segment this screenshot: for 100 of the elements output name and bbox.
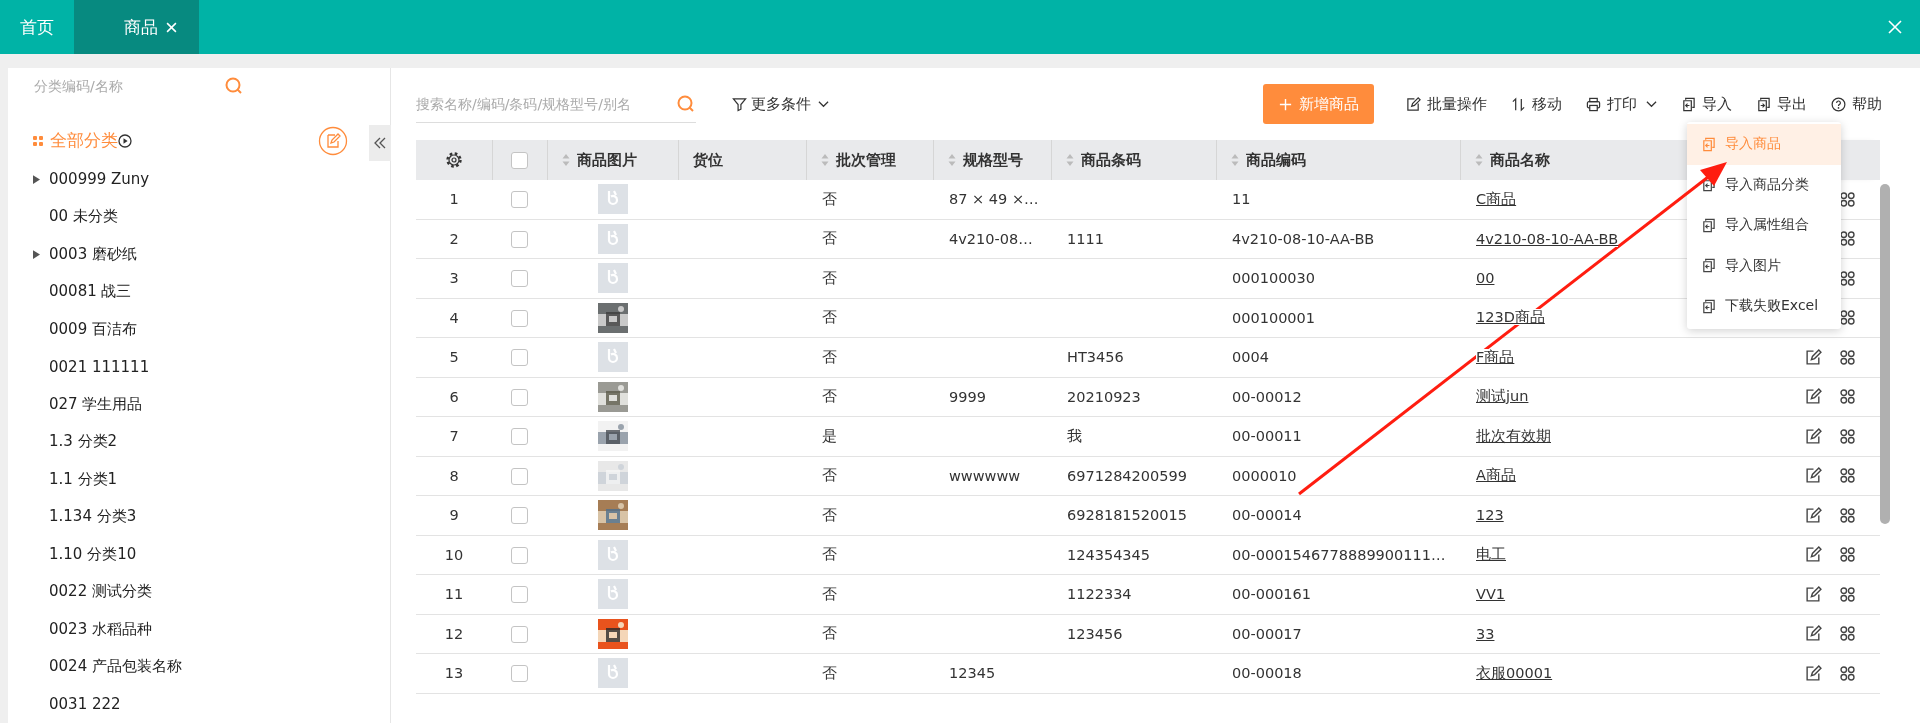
table-cell: 00-00018 xyxy=(1232,665,1302,682)
tree-item[interactable]: 1.134 分类3 xyxy=(49,507,137,527)
product-link[interactable]: 电工 xyxy=(1476,546,1506,563)
grid-icon[interactable] xyxy=(1839,427,1856,445)
checkbox[interactable] xyxy=(511,191,528,208)
tree-item[interactable]: 1.1 分类1 xyxy=(49,469,118,489)
tree-item[interactable]: 0023 水稻品种 xyxy=(49,619,152,639)
grid-icon[interactable] xyxy=(1839,546,1856,564)
edit-icon[interactable] xyxy=(1805,546,1822,564)
collapse-button[interactable] xyxy=(369,125,391,161)
tree-item[interactable]: 027 学生用品 xyxy=(49,394,143,414)
edit-icon[interactable] xyxy=(1805,625,1822,643)
edit-icon[interactable] xyxy=(1805,427,1822,445)
checkbox[interactable] xyxy=(511,349,528,366)
menu-item[interactable]: 下载失败Excel xyxy=(1687,286,1841,327)
checkbox[interactable] xyxy=(511,388,528,406)
edit-icon xyxy=(1406,96,1421,112)
table-cell: 否 xyxy=(822,190,837,207)
checkbox[interactable] xyxy=(511,428,528,445)
product-link[interactable]: A商品 xyxy=(1476,467,1516,484)
edit-icon[interactable] xyxy=(1805,467,1822,485)
product-link[interactable]: 测试jun xyxy=(1476,388,1529,405)
grid-icon[interactable] xyxy=(1839,585,1856,603)
checkbox[interactable] xyxy=(511,309,528,327)
grid-icon[interactable] xyxy=(1839,467,1856,485)
import-button[interactable]: 导入 xyxy=(1675,90,1738,118)
product-link[interactable]: 123D商品 xyxy=(1476,309,1545,326)
product-link[interactable]: C商品 xyxy=(1476,190,1517,207)
tree-item[interactable]: 0003 磨砂纸 xyxy=(49,244,137,264)
menu-item[interactable]: 导入商品分类 xyxy=(1687,164,1841,205)
checkbox[interactable] xyxy=(511,230,528,248)
table-cell: 12345 xyxy=(949,665,996,682)
tab[interactable]: 商品 xyxy=(74,0,199,54)
close-icon[interactable] xyxy=(166,21,177,33)
product-link[interactable]: VV1 xyxy=(1476,586,1506,603)
table-cell: 否 xyxy=(822,467,837,484)
row-number: 12 xyxy=(444,625,464,642)
table-cell: 000100001 xyxy=(1232,309,1316,326)
play-icon[interactable] xyxy=(118,133,132,148)
checkbox[interactable] xyxy=(511,151,528,169)
checkbox[interactable] xyxy=(511,270,528,287)
close-icon[interactable] xyxy=(1888,20,1902,34)
scrollbar[interactable] xyxy=(1880,184,1890,524)
checkbox[interactable] xyxy=(511,586,528,603)
grid-icon[interactable] xyxy=(1839,625,1856,643)
menu-item[interactable]: 导入属性组合 xyxy=(1687,205,1841,246)
tree-item[interactable]: 00081 战三 xyxy=(49,282,132,302)
product-link[interactable]: 00 xyxy=(1476,270,1495,287)
product-link[interactable]: 123 xyxy=(1476,507,1504,524)
grid-icon[interactable] xyxy=(1839,269,1856,287)
export-button[interactable]: 导出 xyxy=(1750,90,1813,118)
tree-item[interactable]: 00 未分类 xyxy=(49,207,118,227)
tree-item[interactable]: 0009 百洁布 xyxy=(49,319,137,339)
grid-icon[interactable] xyxy=(1839,664,1856,682)
edit-icon[interactable] xyxy=(1805,348,1822,366)
product-link[interactable]: 批次有效期 xyxy=(1476,427,1551,444)
tree-item[interactable]: 1.10 分类10 xyxy=(49,544,137,564)
grid-icon[interactable] xyxy=(1839,309,1856,327)
table-cell: 否 xyxy=(822,269,837,286)
caret-icon[interactable] xyxy=(33,249,40,259)
checkbox[interactable] xyxy=(511,467,528,485)
row-number: 5 xyxy=(449,349,459,366)
grid-icon[interactable] xyxy=(1839,506,1856,524)
edit-icon[interactable] xyxy=(1805,388,1822,406)
column-header: 批次管理 xyxy=(835,150,896,170)
edit-icon[interactable] xyxy=(1805,664,1822,682)
import-icon xyxy=(1701,298,1716,314)
tree-item[interactable]: 0021 111111 xyxy=(49,357,150,376)
image-placeholder-icon xyxy=(597,342,628,373)
grid-icon[interactable] xyxy=(1839,190,1856,208)
tree-item[interactable]: 000999 Zuny xyxy=(49,170,150,189)
table-cell: 否 xyxy=(822,585,837,602)
grid-icon[interactable] xyxy=(1839,388,1856,406)
product-link[interactable]: 衣服00001 xyxy=(1476,664,1553,681)
tree-item[interactable]: 0022 测试分类 xyxy=(49,582,152,602)
row-number: 10 xyxy=(444,546,464,563)
edit-icon[interactable] xyxy=(1805,585,1822,603)
grid-icon[interactable] xyxy=(1839,348,1856,366)
tree-item[interactable]: 0031 222 xyxy=(49,695,121,714)
tree-item[interactable]: 0024 产品包装名称 xyxy=(49,657,182,677)
grid-icon[interactable] xyxy=(1839,230,1856,248)
menu-item[interactable]: 导入图片 xyxy=(1687,245,1841,286)
caret-icon[interactable] xyxy=(33,174,40,184)
batch-button[interactable]: 批量操作 xyxy=(1400,90,1493,118)
tree-item[interactable]: 1.3 分类2 xyxy=(49,432,118,452)
move-button[interactable]: 移动 xyxy=(1505,90,1568,118)
filter-button[interactable]: 更多条件 xyxy=(728,90,833,118)
help-button[interactable]: 帮助 xyxy=(1825,90,1888,118)
product-link[interactable]: F商品 xyxy=(1476,348,1515,365)
row-number: 13 xyxy=(444,665,464,682)
import-icon xyxy=(1681,96,1696,112)
checkbox[interactable] xyxy=(511,665,528,682)
checkbox[interactable] xyxy=(511,625,528,643)
checkbox[interactable] xyxy=(511,546,528,564)
print-button[interactable]: 打印 xyxy=(1580,90,1663,118)
checkbox[interactable] xyxy=(511,507,528,524)
row-number: 6 xyxy=(449,388,459,405)
edit-icon[interactable] xyxy=(1805,506,1822,524)
settings-icon[interactable] xyxy=(444,151,463,169)
row-number: 3 xyxy=(449,270,459,287)
